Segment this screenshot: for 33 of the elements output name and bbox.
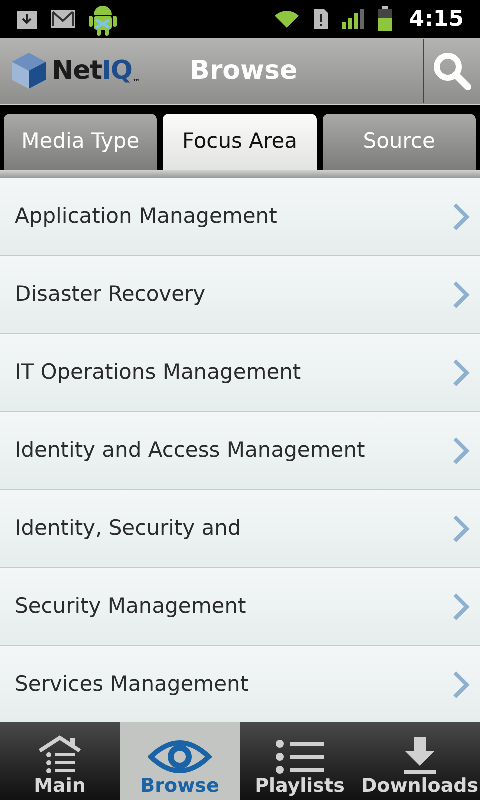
chevron-right-icon [452,514,470,544]
logo-text: NetIQ™ [52,54,141,90]
chevron-right-icon [452,202,470,232]
nav-tab[interactable]: Main [0,722,120,800]
tab[interactable]: Focus Area [163,114,317,170]
wifi-icon [273,8,302,30]
list-item[interactable]: Disaster Recovery [0,256,480,334]
chevron-right-icon [452,436,470,466]
list-item[interactable]: Security Management [0,568,480,646]
nav-tab[interactable]: Downloads [360,722,480,800]
battery-icon [377,6,394,32]
chevron-right-icon [452,670,470,700]
home-icon [37,735,83,775]
nav-tab[interactable]: Playlists [240,722,360,800]
list-item[interactable]: Identity, Security and [0,490,480,568]
signal-icon [341,8,366,30]
list-item[interactable]: Services Management [0,646,480,722]
chevron-right-icon [452,280,470,310]
list-item[interactable]: IT Operations Management [0,334,480,412]
clock: 4:15 [409,6,464,34]
nav-tab[interactable]: Browse [120,722,240,800]
eye-icon [148,739,212,775]
cube-icon [10,51,48,91]
list-item[interactable]: Application Management [0,178,480,256]
download-notification-icon [16,8,38,30]
list-item[interactable]: Identity and Access Management [0,412,480,490]
chevron-right-icon [452,358,470,388]
chevron-right-icon [452,592,470,622]
search-icon [432,51,472,91]
screen-title: Browse [189,54,299,88]
mail-icon [50,9,76,29]
list-icon [275,739,325,775]
alert-icon [313,8,330,30]
